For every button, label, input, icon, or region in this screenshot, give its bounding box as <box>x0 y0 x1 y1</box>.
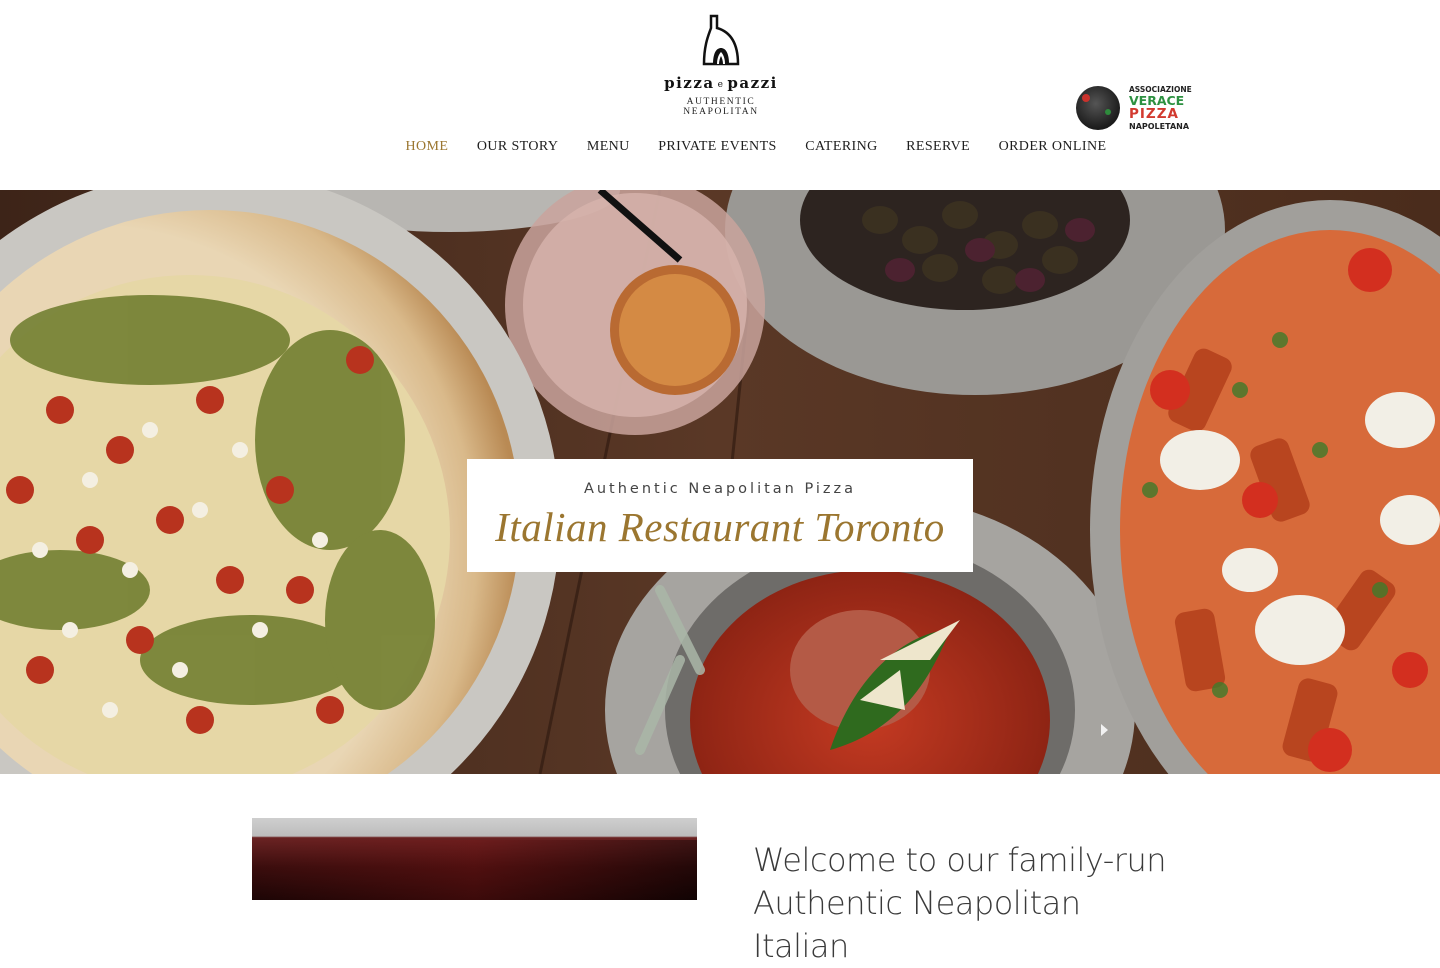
hero-banner: Authentic Neapolitan Pizza Italian Resta… <box>0 190 1440 774</box>
hero-kicker: Authentic Neapolitan Pizza <box>583 481 857 497</box>
chevron-right-icon[interactable] <box>1101 724 1108 736</box>
main-nav: HOME OUR STORY MENU PRIVATE EVENTS CATER… <box>390 136 1119 160</box>
site-logo[interactable]: pizza e pazzi AUTHENTIC NEAPOLITAN <box>650 14 792 117</box>
logo-tagline: AUTHENTIC NEAPOLITAN <box>683 97 759 117</box>
badge-line-napoletana: NAPOLETANA <box>1129 121 1190 131</box>
intro-photo <box>252 818 697 900</box>
nav-item-order-online[interactable]: ORDER ONLINE <box>983 136 1119 160</box>
nav-item-private-events[interactable]: PRIVATE EVENTS <box>643 136 790 160</box>
nav-item-our-story[interactable]: OUR STORY <box>461 136 571 160</box>
logo-wordmark: pizza e pazzi <box>664 74 778 92</box>
nav-item-reserve[interactable]: RESERVE <box>891 136 983 160</box>
hero-title-card: Authentic Neapolitan Pizza Italian Resta… <box>467 459 973 572</box>
nav-item-catering[interactable]: CATERING <box>790 136 891 160</box>
nav-item-menu[interactable]: MENU <box>571 136 642 160</box>
avpn-seal-icon <box>1076 86 1120 130</box>
nav-item-home[interactable]: HOME <box>390 136 461 160</box>
avpn-certification-badge: ASSOCIAZIONE VERACE PIZZA NAPOLETANA <box>1076 86 1192 130</box>
pizza-oven-icon <box>702 14 740 66</box>
intro-heading: Welcome to our family-run Authentic Neap… <box>753 841 1167 966</box>
site-header: pizza e pazzi AUTHENTIC NEAPOLITAN ASSOCIA… <box>0 0 1440 190</box>
hero-title: Italian Restaurant Toronto <box>495 504 945 550</box>
badge-line-pizza: PIZZA <box>1129 106 1179 122</box>
